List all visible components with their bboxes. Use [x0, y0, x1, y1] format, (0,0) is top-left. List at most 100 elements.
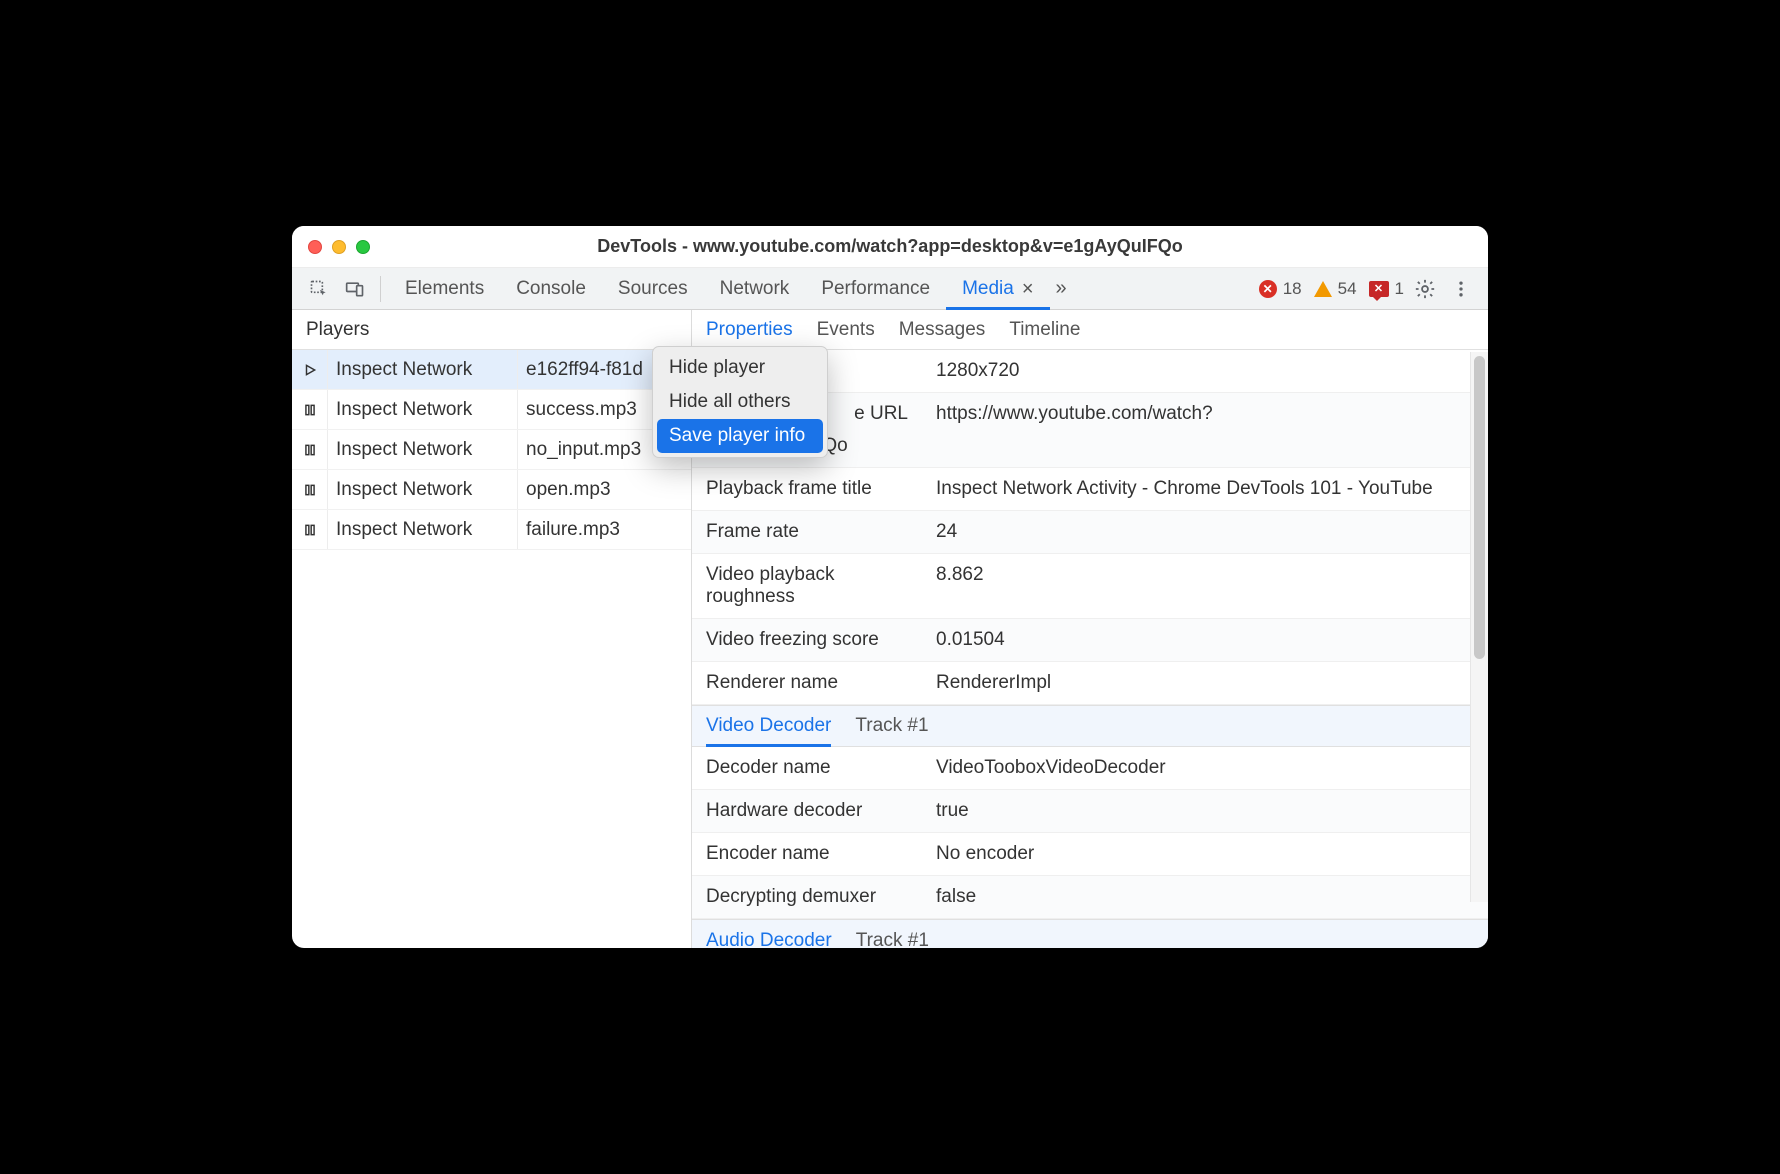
prop-value: https://www.youtube.com/watch?: [922, 393, 1488, 435]
player-row[interactable]: Inspect Network failure.mp3: [292, 510, 691, 550]
section-tab-label: Video Decoder: [706, 715, 831, 737]
tab-sources[interactable]: Sources: [602, 268, 704, 310]
prop-key: Video freezing score: [692, 619, 922, 661]
player-row[interactable]: Inspect Network no_input.mp3: [292, 430, 691, 470]
prop-key: Encoder name: [692, 833, 922, 875]
section-tab-track[interactable]: Track #1: [855, 705, 928, 747]
ctx-label: Hide player: [669, 357, 765, 378]
subtab-properties[interactable]: Properties: [706, 310, 793, 350]
player-label: Inspect Network: [328, 350, 518, 389]
player-row[interactable]: Inspect Network success.mp3: [292, 390, 691, 430]
video-decoder-section: Video Decoder Track #1: [692, 705, 1488, 747]
section-tab-track[interactable]: Track #1: [856, 920, 929, 949]
tab-console[interactable]: Console: [500, 268, 602, 310]
section-tab-label: Audio Decoder: [706, 930, 832, 949]
prop-row: Frame rate 24: [692, 511, 1488, 554]
prop-key: Frame rate: [692, 511, 922, 553]
minimize-window-button[interactable]: [332, 240, 346, 254]
vertical-scrollbar[interactable]: [1470, 352, 1488, 902]
player-list: Inspect Network e162ff94-f81d Inspect Ne…: [292, 350, 691, 550]
tab-label: Performance: [821, 278, 930, 300]
prop-key: Playback frame title: [692, 468, 922, 510]
main-toolbar: Elements Console Sources Network Perform…: [292, 268, 1488, 310]
subtab-timeline[interactable]: Timeline: [1009, 310, 1080, 350]
player-file: open.mp3: [518, 479, 691, 501]
close-tab-icon[interactable]: ×: [1022, 279, 1034, 299]
prop-key: Video playback roughness: [692, 554, 922, 618]
player-row[interactable]: Inspect Network open.mp3: [292, 470, 691, 510]
close-window-button[interactable]: [308, 240, 322, 254]
ctx-hide-player[interactable]: Hide player: [657, 351, 823, 385]
warnings-count: 54: [1338, 279, 1357, 299]
error-icon: ✕: [1259, 280, 1277, 298]
prop-value: 8.862: [922, 554, 1488, 618]
subtab-label: Properties: [706, 319, 793, 341]
prop-value: RendererImpl: [922, 662, 1488, 704]
players-sidebar: Players Inspect Network e162ff94-f81d In…: [292, 310, 692, 948]
ctx-hide-others[interactable]: Hide all others: [657, 385, 823, 419]
issues-count: 1: [1395, 279, 1404, 299]
window-controls: [292, 240, 370, 254]
tab-label: Sources: [618, 278, 688, 300]
player-label: Inspect Network: [328, 470, 518, 509]
warnings-counter[interactable]: 54: [1314, 279, 1357, 299]
pause-icon: [292, 470, 328, 509]
section-tab-label: Track #1: [855, 715, 928, 737]
body-split: Players Inspect Network e162ff94-f81d In…: [292, 310, 1488, 948]
player-label: Inspect Network: [328, 430, 518, 469]
kebab-menu-icon[interactable]: [1450, 278, 1472, 300]
prop-value: false: [922, 876, 1488, 918]
issues-counter[interactable]: ✕ 1: [1369, 279, 1404, 299]
detail-subtabs: Properties Events Messages Timeline: [692, 310, 1488, 350]
player-row[interactable]: Inspect Network e162ff94-f81d: [292, 350, 691, 390]
player-label: Inspect Network: [328, 390, 518, 429]
player-context-menu: Hide player Hide all others Save player …: [652, 346, 828, 458]
tab-elements[interactable]: Elements: [389, 268, 500, 310]
prop-key: Renderer name: [692, 662, 922, 704]
devtools-window: DevTools - www.youtube.com/watch?app=des…: [292, 226, 1488, 948]
prop-key: Decrypting demuxer: [692, 876, 922, 918]
tab-performance[interactable]: Performance: [805, 268, 946, 310]
ctx-label: Save player info: [669, 425, 805, 446]
subtab-label: Events: [817, 319, 875, 341]
tab-label: Network: [720, 278, 790, 300]
issue-icon: ✕: [1369, 281, 1389, 297]
tab-network[interactable]: Network: [704, 268, 806, 310]
prop-value: No encoder: [922, 833, 1488, 875]
prop-value: true: [922, 790, 1488, 832]
players-header: Players: [292, 310, 691, 350]
prop-row-frame-title: Playback frame title Inspect Network Act…: [692, 468, 1488, 511]
scrollbar-thumb[interactable]: [1474, 356, 1485, 659]
tab-media[interactable]: Media ×: [946, 268, 1049, 310]
panel-tabs: Elements Console Sources Network Perform…: [389, 268, 1073, 310]
section-tab-video-decoder[interactable]: Video Decoder: [706, 705, 831, 747]
tab-label: Elements: [405, 278, 484, 300]
prop-row: Decoder name VideoTooboxVideoDecoder: [692, 747, 1488, 790]
more-tabs-icon[interactable]: »: [1050, 277, 1073, 300]
ctx-save-player-info[interactable]: Save player info: [657, 419, 823, 453]
pause-icon: [292, 430, 328, 469]
subtab-messages[interactable]: Messages: [899, 310, 986, 350]
prop-value: Inspect Network Activity - Chrome DevToo…: [922, 468, 1488, 510]
prop-row: Renderer name RendererImpl: [692, 662, 1488, 705]
prop-value: 24: [922, 511, 1488, 553]
prop-key: Hardware decoder: [692, 790, 922, 832]
prop-row: Hardware decoder true: [692, 790, 1488, 833]
prop-key: Decoder name: [692, 747, 922, 789]
device-toolbar-icon[interactable]: [344, 278, 366, 300]
window-title: DevTools - www.youtube.com/watch?app=des…: [292, 236, 1488, 257]
subtab-events[interactable]: Events: [817, 310, 875, 350]
titlebar: DevTools - www.youtube.com/watch?app=des…: [292, 226, 1488, 268]
prop-row: Video freezing score 0.01504: [692, 619, 1488, 662]
errors-counter[interactable]: ✕ 18: [1259, 279, 1302, 299]
status-counters: ✕ 18 54 ✕ 1: [1259, 279, 1410, 299]
tab-label: Media: [962, 278, 1014, 300]
inspect-element-icon[interactable]: [308, 278, 330, 300]
errors-count: 18: [1283, 279, 1302, 299]
audio-decoder-section: Audio Decoder Track #1: [692, 919, 1488, 948]
player-label: Inspect Network: [328, 510, 518, 549]
settings-icon[interactable]: [1414, 278, 1436, 300]
section-tab-audio-decoder[interactable]: Audio Decoder: [706, 920, 832, 949]
prop-value: 0.01504: [922, 619, 1488, 661]
maximize-window-button[interactable]: [356, 240, 370, 254]
